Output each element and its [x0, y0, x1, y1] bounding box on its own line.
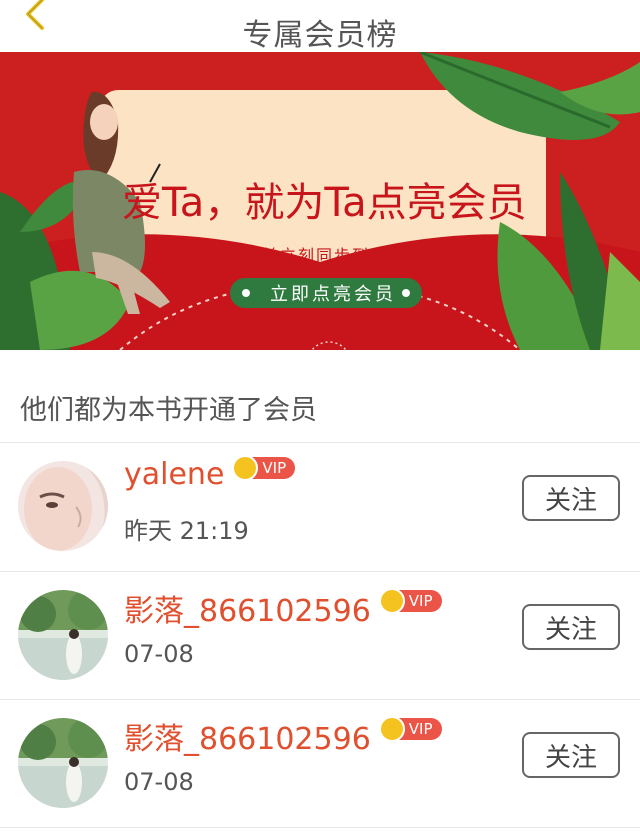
- avatar[interactable]: [18, 461, 108, 551]
- banner-title: 爱Ta，就为Ta点亮会员: [122, 180, 527, 226]
- member-name-group: 影落_866102596 VIP: [124, 586, 442, 630]
- membership-banner[interactable]: 爱Ta，就为Ta点亮会员 点亮成功，收益立刻同步到作者大大账户 立即点亮会员: [0, 52, 640, 350]
- vip-badge: VIP: [378, 716, 442, 742]
- crown-icon: [378, 588, 405, 614]
- heart-seal-icon: [304, 339, 354, 350]
- page-title: 专属会员榜: [242, 18, 398, 53]
- member-name[interactable]: 影落_866102596: [124, 714, 371, 758]
- list-item[interactable]: 影落_866102596 VIP 07-08 关注: [0, 572, 640, 700]
- vip-badge: VIP: [378, 588, 442, 614]
- member-name-group: yalene VIP: [124, 454, 296, 492]
- member-time: 昨天 21:19: [124, 517, 249, 545]
- list-item[interactable]: yalene VIP 昨天 21:19 关注: [0, 443, 640, 571]
- divider: [0, 827, 640, 828]
- member-time: 07-08: [124, 768, 194, 796]
- banner-subtitle: 点亮成功，收益立刻同步到作者大大账户: [154, 246, 479, 265]
- dot-icon: [402, 289, 410, 297]
- crown-icon: [378, 716, 405, 742]
- activate-membership-label: 立即点亮会员: [270, 284, 396, 305]
- member-name[interactable]: 影落_866102596: [124, 586, 371, 630]
- follow-button[interactable]: 关注: [522, 475, 620, 521]
- activate-membership-button[interactable]: 立即点亮会员: [230, 278, 422, 308]
- dot-icon: [242, 289, 250, 297]
- top-bar: 专属会员榜: [0, 0, 640, 53]
- crown-icon: [232, 454, 259, 481]
- vip-badge: VIP: [232, 454, 296, 481]
- follow-button[interactable]: 关注: [522, 732, 620, 778]
- list-item[interactable]: 影落_866102596 VIP 07-08 关注: [0, 700, 640, 828]
- avatar[interactable]: [18, 590, 108, 680]
- member-name[interactable]: yalene: [124, 457, 224, 492]
- member-name-group: 影落_866102596 VIP: [124, 714, 442, 758]
- avatar[interactable]: [18, 718, 108, 808]
- section-label: 他们都为本书开通了会员: [20, 395, 317, 426]
- follow-button[interactable]: 关注: [522, 604, 620, 650]
- member-time: 07-08: [124, 640, 194, 668]
